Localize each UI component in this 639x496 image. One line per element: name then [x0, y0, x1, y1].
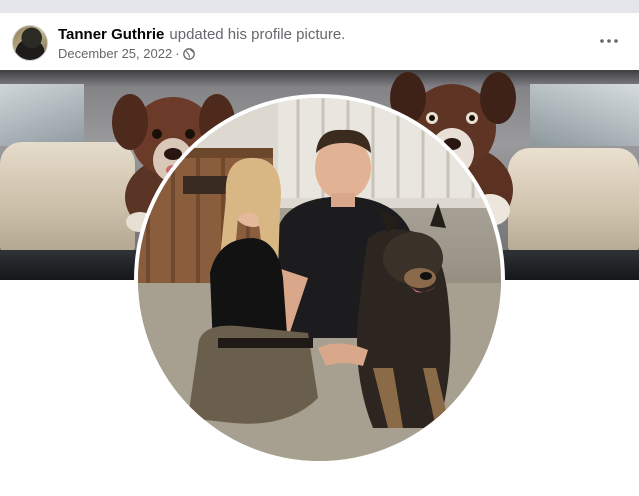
more-options-icon[interactable] — [596, 31, 622, 51]
car-window-left — [0, 84, 84, 146]
post-headline: Tanner Guthrie updated his profile pictur… — [58, 26, 345, 43]
post-card: Tanner Guthrie updated his profile pictur… — [0, 13, 639, 496]
post-action-text: updated his profile picture. — [169, 26, 346, 43]
car-window-right — [530, 84, 639, 146]
profile-photo[interactable] — [138, 98, 501, 461]
author-avatar[interactable] — [12, 25, 48, 61]
feed-top-edge — [0, 0, 639, 13]
post-date-link[interactable]: December 25, 2022 — [58, 46, 172, 61]
globe-icon[interactable] — [182, 47, 195, 60]
meta-separator: · — [175, 46, 180, 61]
post-header: Tanner Guthrie updated his profile pictur… — [0, 13, 639, 71]
author-name-link[interactable]: Tanner Guthrie — [58, 26, 164, 43]
post-meta: December 25, 2022 · — [58, 46, 195, 61]
